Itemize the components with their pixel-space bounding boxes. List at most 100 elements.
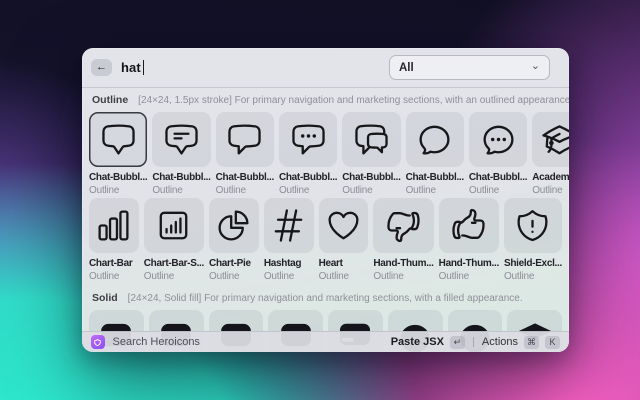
icon-style: Outline <box>342 184 400 197</box>
chevron-down-icon: ⌄ <box>531 59 540 72</box>
icon-style: Outline <box>152 184 210 197</box>
icon-tile[interactable] <box>319 198 369 253</box>
icon-result-chart-pie[interactable]: Chart-Pie Outline <box>209 198 259 283</box>
chat-bubble-bottom-center-icon <box>100 121 137 158</box>
icon-style: Outline <box>439 270 499 283</box>
search-text: hat <box>121 60 141 75</box>
icon-style: Outline <box>89 184 147 197</box>
icon-name: Heart <box>319 257 369 270</box>
app-label: Search Heroicons <box>113 336 200 348</box>
desktop-background: ← hat All ⌄ Outline [24×24, 1.5px stroke… <box>0 0 640 400</box>
heroicons-logo-icon <box>91 335 105 349</box>
icon-name: Chat-Bubbl... <box>279 171 337 184</box>
k-key-icon: K <box>545 336 560 349</box>
icon-tile[interactable] <box>504 198 562 253</box>
actions-button[interactable]: Actions <box>482 336 518 348</box>
chat-bubble-left-right-icon <box>353 121 390 158</box>
icon-result-chat-bubble-bottom-center[interactable]: Chat-Bubbl... Outline <box>89 112 147 197</box>
chat-bubble-oval-left-ellipsis-icon <box>480 121 517 158</box>
icon-result-chart-bar[interactable]: Chart-Bar Outline <box>89 198 139 283</box>
icon-tile[interactable] <box>342 112 400 167</box>
icon-name: Hashtag <box>264 257 314 270</box>
outline-grid-row-2: Chart-Bar Outline Chart-Bar-S... Outline… <box>82 197 569 283</box>
icon-result-shield-exclamation[interactable]: Shield-Excl... Outline <box>504 198 562 283</box>
icon-name: Shield-Excl... <box>504 257 562 270</box>
icon-name: Chat-Bubbl... <box>89 171 147 184</box>
icon-result-hand-thumb-down[interactable]: Hand-Thum... Outline <box>373 198 433 283</box>
hand-thumb-down-icon <box>385 207 422 244</box>
icon-name: Chat-Bubbl... <box>406 171 464 184</box>
section-meta: [24×24, Solid fill] For primary navigati… <box>128 293 523 304</box>
shield-exclamation-icon <box>514 207 551 244</box>
icon-tile[interactable] <box>279 112 337 167</box>
icon-name: Chart-Bar-S... <box>144 257 204 270</box>
icon-tile[interactable] <box>144 198 204 253</box>
icon-tile[interactable] <box>532 112 569 167</box>
icon-style: Outline <box>279 184 337 197</box>
icon-result-chat-bubble-bottom-center-text[interactable]: Chat-Bubbl... Outline <box>152 112 210 197</box>
hand-thumb-up-icon <box>450 207 487 244</box>
icon-result-chart-bar-square[interactable]: Chart-Bar-S... Outline <box>144 198 204 283</box>
icon-tile[interactable] <box>152 112 210 167</box>
chat-bubble-left-ellipsis-icon <box>290 121 327 158</box>
icon-tile[interactable] <box>439 198 499 253</box>
command-key-icon: ⌘ <box>524 336 539 349</box>
icon-name: Chat-Bubbl... <box>216 171 274 184</box>
section-title: Solid <box>92 292 118 304</box>
icon-result-hand-thumb-up[interactable]: Hand-Thum... Outline <box>439 198 499 283</box>
icon-result-chat-bubble-oval-left[interactable]: Chat-Bubbl... Outline <box>406 112 464 197</box>
icon-tile-selected[interactable] <box>89 112 147 167</box>
icon-tile[interactable] <box>469 112 527 167</box>
filter-value: All <box>399 62 414 74</box>
icon-result-hashtag[interactable]: Hashtag Outline <box>264 198 314 283</box>
icon-name: Hand-Thum... <box>439 257 499 270</box>
icon-result-heart[interactable]: Heart Outline <box>319 198 369 283</box>
icon-style: Outline <box>532 184 569 197</box>
icon-style: Outline <box>89 270 139 283</box>
icon-style: Outline <box>264 270 314 283</box>
back-button[interactable]: ← <box>91 59 112 76</box>
icon-result-chat-bubble-left-right[interactable]: Chat-Bubbl... Outline <box>342 112 400 197</box>
search-bar: ← hat All ⌄ <box>82 48 569 88</box>
icon-style: Outline <box>319 270 369 283</box>
outline-grid-row-1: Chat-Bubbl... Outline Chat-Bubbl... Outl… <box>82 111 569 197</box>
icon-tile[interactable] <box>406 112 464 167</box>
search-input[interactable]: hat <box>121 60 144 75</box>
icon-tile[interactable] <box>89 198 139 253</box>
icon-name: Academic-... <box>532 171 569 184</box>
icon-result-academic-cap[interactable]: Academic-... Outline <box>532 112 569 197</box>
section-meta: [24×24, 1.5px stroke] For primary naviga… <box>138 95 569 106</box>
icon-style: Outline <box>406 184 464 197</box>
section-title: Outline <box>92 94 128 106</box>
icon-name: Chat-Bubbl... <box>152 171 210 184</box>
icon-tile[interactable] <box>264 198 314 253</box>
icon-name: Hand-Thum... <box>373 257 433 270</box>
text-caret <box>143 60 145 75</box>
icon-result-chat-bubble-left-ellipsis[interactable]: Chat-Bubbl... Outline <box>279 112 337 197</box>
return-key-icon: ↵ <box>450 336 465 349</box>
back-arrow-icon: ← <box>96 62 107 73</box>
icon-tile[interactable] <box>373 198 433 253</box>
icon-name: Chart-Bar <box>89 257 139 270</box>
icon-result-chat-bubble-left[interactable]: Chat-Bubbl... Outline <box>216 112 274 197</box>
academic-cap-icon <box>541 121 569 158</box>
section-header-solid: Solid [24×24, Solid fill] For primary na… <box>82 283 569 309</box>
chart-pie-icon <box>215 207 252 244</box>
chat-bubble-bottom-center-text-icon <box>163 121 200 158</box>
icon-style: Outline <box>144 270 204 283</box>
heroicons-search-window: ← hat All ⌄ Outline [24×24, 1.5px stroke… <box>82 48 569 352</box>
icon-tile[interactable] <box>209 198 259 253</box>
icon-style: Outline <box>504 270 562 283</box>
chart-bar-square-icon <box>155 207 192 244</box>
icon-result-chat-bubble-oval-left-ellipsis[interactable]: Chat-Bubbl... Outline <box>469 112 527 197</box>
icon-style: Outline <box>209 270 259 283</box>
hashtag-icon <box>270 207 307 244</box>
icon-name: Chat-Bubbl... <box>342 171 400 184</box>
icon-style: Outline <box>216 184 274 197</box>
icon-name: Chat-Bubbl... <box>469 171 527 184</box>
footer-divider <box>473 337 474 347</box>
heart-icon <box>325 207 362 244</box>
icon-tile[interactable] <box>216 112 274 167</box>
paste-jsx-button[interactable]: Paste JSX <box>391 336 444 348</box>
filter-dropdown[interactable]: All ⌄ <box>389 55 550 80</box>
